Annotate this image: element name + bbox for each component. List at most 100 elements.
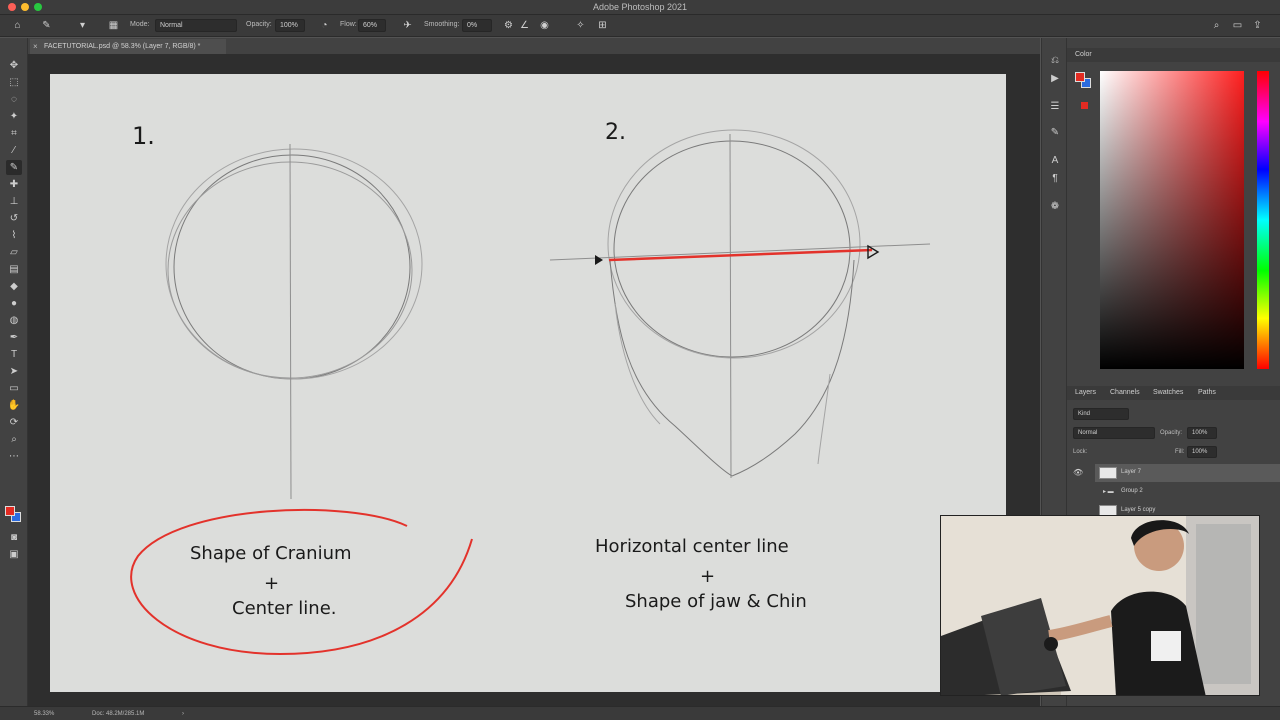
share-icon[interactable]: ⇪ — [1251, 19, 1264, 32]
brush-size-icon[interactable]: ▾ — [76, 19, 89, 32]
workspace-icon[interactable]: ▭ — [1231, 19, 1244, 32]
layer-opacity-field[interactable]: 100% — [1187, 427, 1217, 439]
color-saturation-field[interactable] — [1100, 71, 1244, 369]
character-panel-icon[interactable]: A — [1048, 154, 1062, 168]
angle-icon[interactable]: ∠ — [518, 19, 531, 32]
mode-select[interactable]: Normal — [155, 19, 237, 32]
tab-swatches[interactable]: Swatches — [1153, 389, 1183, 396]
tab-paths[interactable]: Paths — [1198, 389, 1216, 396]
actions-panel-icon[interactable]: ▶ — [1048, 72, 1062, 86]
screen-mode-icon[interactable]: ▣ — [6, 547, 22, 562]
edit-toolbar-icon[interactable]: ⋯ — [6, 449, 22, 464]
layers-panel-header: Layers Channels Swatches Paths — [1067, 386, 1280, 400]
crop-tool-icon[interactable]: ⌗ — [6, 126, 22, 141]
quick-mask-icon[interactable]: ◙ — [6, 530, 22, 545]
hue-slider[interactable] — [1257, 71, 1269, 369]
type-tool-icon[interactable]: T — [6, 347, 22, 362]
document-tab[interactable]: × FACETUTORIAL.psd @ 58.3% (Layer 7, RGB… — [30, 39, 226, 54]
lasso-tool-icon[interactable]: ◌ — [6, 92, 22, 107]
history-panel-icon[interactable]: ⎌ — [1048, 54, 1062, 68]
smoothing-field[interactable]: 0% — [462, 19, 492, 32]
search-icon[interactable]: ⌕ — [1210, 19, 1223, 32]
flow-field[interactable]: 60% — [358, 19, 386, 32]
app-title: Adobe Photoshop 2021 — [592, 2, 688, 12]
tab-color[interactable]: Color — [1075, 51, 1092, 58]
color-panel-foreground-swatch[interactable] — [1075, 72, 1085, 82]
close-icon[interactable]: × — [33, 39, 38, 54]
layer-filter-kind[interactable]: Kind — [1073, 408, 1129, 420]
brush-panel-icon[interactable]: ✎ — [1048, 126, 1062, 140]
layer-opacity-label: Opacity: — [1160, 430, 1183, 436]
eraser-tool-icon[interactable]: ▱ — [6, 245, 22, 260]
shape-tool-icon[interactable]: ▭ — [6, 381, 22, 396]
photoshop-window: Adobe Photoshop 2021 ⌂ ✎ ▾ ▦ Mode: Norma… — [0, 0, 1280, 720]
brush-alt-tool-icon[interactable]: ⌇ — [6, 228, 22, 243]
webcam-overlay — [940, 515, 1260, 696]
title-bar: Adobe Photoshop 2021 — [0, 0, 1280, 15]
webcam-scene — [941, 516, 1259, 695]
document-canvas[interactable]: 1. Shape of Cranium + Center line. 2. Ho… — [50, 74, 1006, 692]
canvas-area[interactable]: 1. Shape of Cranium + Center line. 2. Ho… — [28, 54, 1040, 706]
pen-tool-icon[interactable]: ✒ — [6, 330, 22, 345]
libraries-panel-icon[interactable]: ❁ — [1048, 200, 1062, 214]
smoothing-label: Smoothing: — [424, 21, 460, 28]
magic-wand-tool-icon[interactable]: ✦ — [6, 109, 22, 124]
rotate-view-tool-icon[interactable]: ⟳ — [6, 415, 22, 430]
fill-field[interactable]: 100% — [1187, 446, 1217, 458]
drawing1-caption-plus: + — [264, 573, 279, 594]
path-selection-tool-icon[interactable]: ➤ — [6, 364, 22, 379]
drawing2-caption-line2: Shape of jaw & Chin — [625, 591, 807, 612]
pressure-size-icon[interactable]: ◉ — [538, 19, 551, 32]
tab-layers[interactable]: Layers — [1075, 389, 1096, 396]
head-sketch — [549, 129, 931, 479]
adjustments-panel-icon[interactable]: ☰ — [1048, 100, 1062, 114]
drawing1-caption-line1: Shape of Cranium — [190, 543, 352, 564]
airbrush-icon[interactable]: ✈ — [401, 19, 414, 32]
home-icon[interactable]: ⌂ — [11, 19, 24, 32]
folder-icon: ▸ ▬ — [1103, 489, 1114, 495]
clone-stamp-tool-icon[interactable]: ⊥ — [6, 194, 22, 209]
flow-label: Flow: — [340, 21, 357, 28]
status-menu-arrow-icon[interactable]: › — [182, 711, 184, 717]
fill-label: Fill: — [1175, 449, 1185, 455]
marquee-tool-icon[interactable]: ⬚ — [6, 75, 22, 90]
layer-name: Layer 5 copy — [1121, 507, 1156, 513]
blur-tool-icon[interactable]: ● — [6, 296, 22, 311]
layer-row-group-2[interactable]: ▸ ▬ Group 2 — [1095, 483, 1280, 501]
pressure-opacity-icon[interactable]: ◔ — [318, 19, 331, 32]
gradient-tool-icon[interactable]: ▤ — [6, 262, 22, 277]
brush-tool-icon[interactable]: ✎ — [6, 160, 22, 175]
sketch-drawing: 1. Shape of Cranium + Center line. 2. Ho… — [130, 120, 931, 656]
eye-icon[interactable]: 👁 — [1073, 468, 1083, 477]
tab-channels[interactable]: Channels — [1110, 389, 1140, 396]
color-panel-header: Color — [1067, 48, 1280, 62]
layer-name: Group 2 — [1121, 488, 1143, 494]
mode-label: Mode: — [130, 21, 150, 28]
layer-blend-mode-select[interactable]: Normal — [1073, 427, 1155, 439]
layer-name: Layer 7 — [1121, 469, 1142, 475]
drawing1-number: 1. — [132, 122, 155, 150]
brush-settings-icon[interactable]: ▦ — [107, 19, 120, 32]
paint-symmetry-icon[interactable]: ⊞ — [596, 19, 609, 32]
color-panel-gamut-swatch[interactable] — [1081, 102, 1088, 109]
foreground-color-swatch[interactable] — [5, 506, 15, 516]
move-tool-icon[interactable]: ✥ — [6, 58, 22, 73]
paragraph-panel-icon[interactable]: ¶ — [1048, 172, 1062, 186]
status-bar: 58.33% Doc: 48.2M/285.1M › — [0, 706, 1280, 720]
zoom-level[interactable]: 58.33% — [34, 711, 54, 717]
layer-row-layer-7[interactable]: Layer 7 — [1095, 464, 1280, 482]
healing-tool-icon[interactable]: ✚ — [6, 177, 22, 192]
dodge-tool-icon[interactable]: ◍ — [6, 313, 22, 328]
hand-tool-icon[interactable]: ✋ — [6, 398, 22, 413]
brush-preset-icon[interactable]: ✎ — [40, 19, 53, 32]
history-brush-tool-icon[interactable]: ↺ — [6, 211, 22, 226]
lock-label: Lock: — [1073, 449, 1088, 455]
symmetry-icon[interactable]: ✧ — [574, 19, 587, 32]
guide-arrow-right — [867, 244, 880, 260]
paint-bucket-tool-icon[interactable]: ◆ — [6, 279, 22, 294]
drawing2-number: 2. — [605, 120, 626, 145]
zoom-tool-icon[interactable]: ⌕ — [6, 432, 22, 447]
gear-icon[interactable]: ⚙ — [502, 19, 515, 32]
opacity-field[interactable]: 100% — [275, 19, 305, 32]
eyedropper-tool-icon[interactable]: ⁄ — [6, 143, 22, 158]
